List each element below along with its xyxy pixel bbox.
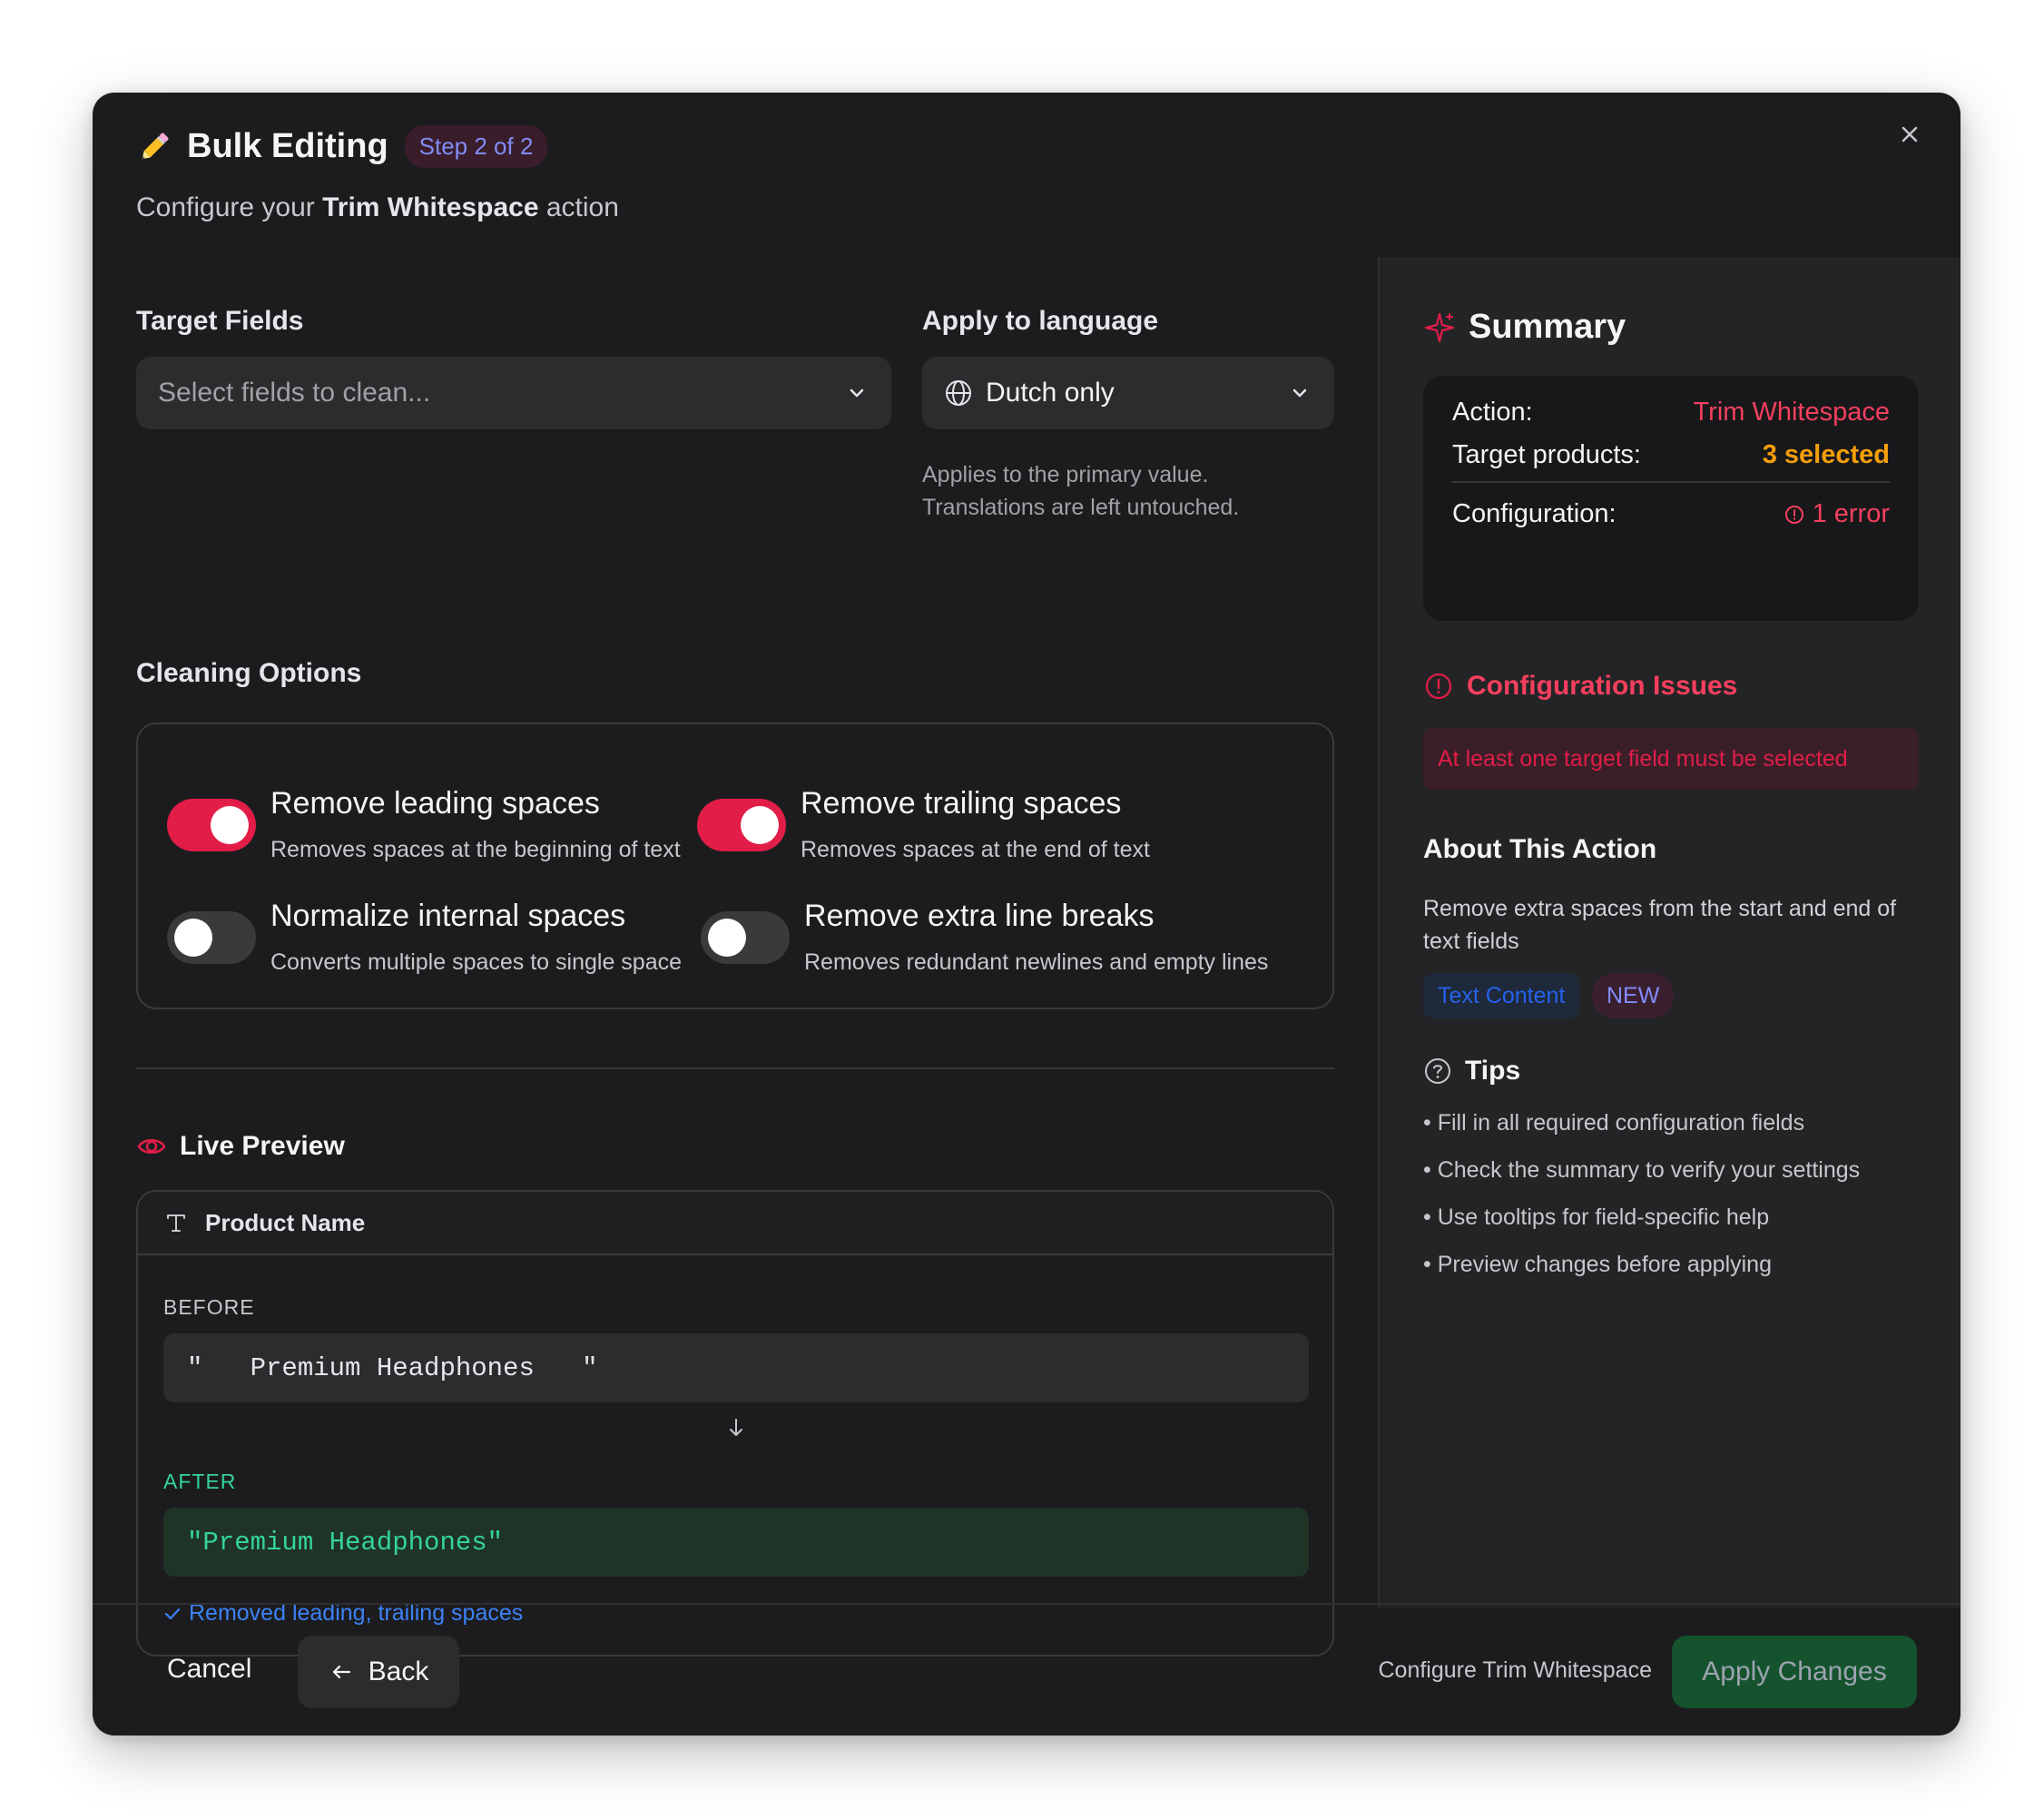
config-error-count: 1 error — [1812, 499, 1890, 528]
alert-circle-icon — [1425, 673, 1452, 700]
language-value: Dutch only — [986, 378, 1115, 408]
summary-action-value: Trim Whitespace — [1693, 398, 1890, 427]
alert-circle-icon — [1784, 505, 1803, 524]
option-title: Remove leading spaces — [270, 786, 600, 821]
preview-card: Product Name BEFORE " Premium Headphones… — [136, 1190, 1334, 1657]
modal-title: Bulk Editing — [187, 127, 388, 165]
sparkle-icon — [1424, 312, 1455, 342]
text-type-icon — [167, 1214, 185, 1232]
arrow-down-icon — [730, 1419, 742, 1436]
arrow-left-icon — [332, 1665, 350, 1679]
option-title: Normalize internal spaces — [270, 899, 626, 933]
cancel-button[interactable]: Cancel — [167, 1654, 251, 1685]
summary-card: Action: Trim Whitespace Target products:… — [1423, 376, 1919, 621]
summary-row-config: Configuration: 1 error — [1452, 499, 1890, 529]
chevron-down-icon — [1292, 388, 1307, 398]
modal-header: Bulk Editing Step 2 of 2 Configure your … — [93, 93, 1960, 257]
language-hint-line: Translations are left untouched. — [922, 495, 1240, 520]
eye-icon — [137, 1139, 166, 1154]
apply-changes-button[interactable]: Apply Changes — [1672, 1636, 1917, 1708]
after-label: AFTER — [163, 1470, 237, 1493]
tip-item: • Preview changes before applying — [1423, 1252, 1772, 1277]
summary-panel: Summary Action: Trim Whitespace Target p… — [1378, 257, 1960, 1608]
summary-title: Summary — [1469, 308, 1626, 346]
modal-footer: Cancel Back Configure Trim Whitespace Ap… — [93, 1603, 1960, 1735]
summary-config-value: 1 error — [1784, 499, 1890, 529]
subtitle-prefix: Configure your — [136, 192, 323, 222]
live-preview-label: Live Preview — [180, 1131, 345, 1161]
close-icon[interactable] — [1892, 116, 1928, 152]
category-tag: Text Content — [1423, 973, 1580, 1018]
new-badge: NEW — [1592, 973, 1675, 1018]
section-divider — [136, 1067, 1334, 1069]
title-row: Bulk Editing Step 2 of 2 — [136, 125, 548, 168]
summary-key: Action: — [1452, 398, 1533, 427]
option-title: Remove trailing spaces — [801, 786, 1122, 821]
target-fields-select[interactable]: Select fields to clean... — [136, 357, 891, 429]
summary-key: Configuration: — [1452, 499, 1617, 528]
after-value: "Premium Headphones" — [163, 1508, 1309, 1577]
tip-text: Use tooltips for field-specific help — [1437, 1204, 1770, 1230]
summary-targets-value: 3 selected — [1762, 440, 1890, 469]
toggle-remove-trailing[interactable] — [697, 799, 786, 851]
preview-field-name: Product Name — [205, 1208, 366, 1236]
toggle-remove-leading[interactable] — [167, 799, 256, 851]
language-hint: Applies to the primary value. Translatio… — [922, 458, 1239, 524]
option-description: Removes redundant newlines and empty lin… — [804, 949, 1269, 975]
footer-action-note: Configure Trim Whitespace — [1378, 1657, 1652, 1683]
config-issues-heading: Configuration Issues — [1423, 671, 1737, 702]
cleaning-options-box: Remove leading spaces Removes spaces at … — [136, 723, 1334, 1009]
toggle-knob — [741, 806, 779, 844]
tip-item: • Fill in all required configuration fie… — [1423, 1110, 1805, 1136]
tips-title: Tips — [1465, 1056, 1521, 1086]
tip-item: • Use tooltips for field-specific help — [1423, 1204, 1770, 1230]
chevron-down-icon — [850, 388, 864, 398]
option-description: Converts multiple spaces to single space — [270, 949, 683, 975]
option-description: Removes spaces at the beginning of text — [270, 837, 681, 862]
toggle-knob — [211, 806, 249, 844]
pencil-icon — [142, 133, 169, 159]
back-button-label: Back — [368, 1657, 429, 1686]
language-select[interactable]: Dutch only — [922, 357, 1334, 429]
before-label: BEFORE — [163, 1295, 255, 1319]
cleaning-options-label: Cleaning Options — [136, 658, 362, 688]
tips-heading: Tips — [1423, 1056, 1520, 1086]
modal-subtitle: Configure your Trim Whitespace action — [136, 192, 619, 223]
summary-row-targets: Target products: 3 selected — [1452, 440, 1890, 470]
summary-heading: Summary — [1423, 308, 1626, 347]
before-value: " Premium Headphones " — [163, 1333, 1309, 1402]
about-description: Remove extra spaces from the start and e… — [1423, 896, 1897, 954]
summary-key: Target products: — [1452, 440, 1641, 469]
language-label: Apply to language — [922, 306, 1159, 336]
bulk-edit-modal: Bulk Editing Step 2 of 2 Configure your … — [93, 93, 1960, 1735]
toggle-knob — [708, 919, 746, 957]
toggle-remove-line-breaks[interactable] — [701, 911, 790, 964]
option-description: Removes spaces at the end of text — [801, 837, 1150, 862]
option-title: Remove extra line breaks — [804, 899, 1155, 933]
back-button[interactable]: Back — [298, 1636, 459, 1708]
tip-text: Check the summary to verify your setting… — [1437, 1157, 1861, 1183]
config-issues-title: Configuration Issues — [1467, 671, 1738, 701]
about-title: About This Action — [1423, 834, 1657, 864]
tip-text: Preview changes before applying — [1437, 1252, 1772, 1277]
globe-icon — [946, 380, 971, 406]
target-fields-label: Target Fields — [136, 306, 304, 336]
language-hint-line: Applies to the primary value. — [922, 462, 1209, 487]
subtitle-action-name: Trim Whitespace — [322, 192, 539, 222]
subtitle-suffix: action — [538, 192, 619, 222]
summary-row-action: Action: Trim Whitespace — [1452, 398, 1890, 428]
preview-field-header: Product Name — [138, 1192, 1332, 1255]
issue-message: At least one target field must be select… — [1423, 728, 1919, 790]
step-badge-label: Step 2 of 2 — [418, 133, 534, 160]
tip-text: Fill in all required configuration field… — [1437, 1110, 1805, 1136]
live-preview-heading: Live Preview — [136, 1131, 345, 1162]
summary-divider — [1452, 481, 1890, 483]
help-circle-icon — [1425, 1058, 1450, 1084]
toggle-normalize-internal[interactable] — [167, 911, 256, 964]
target-fields-placeholder: Select fields to clean... — [158, 378, 431, 408]
step-badge: Step 2 of 2 — [404, 125, 548, 168]
tip-item: • Check the summary to verify your setti… — [1423, 1157, 1861, 1183]
toggle-knob — [174, 919, 212, 957]
